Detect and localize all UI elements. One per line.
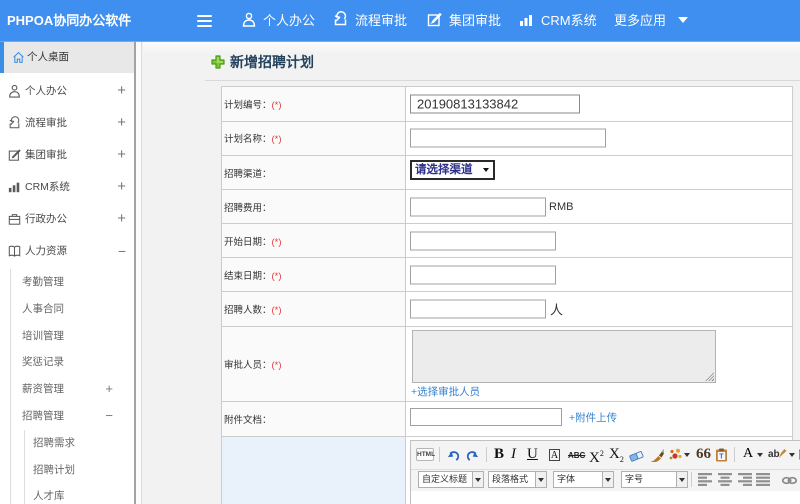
svg-text:T: T	[719, 454, 724, 461]
